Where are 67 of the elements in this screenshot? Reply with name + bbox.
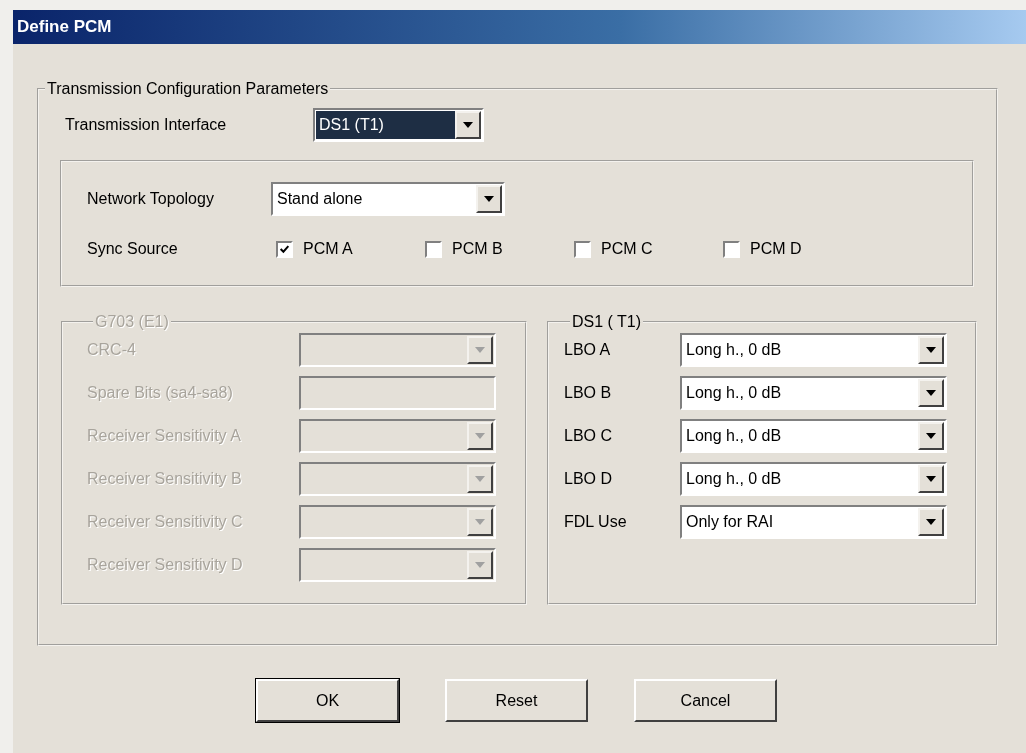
dropdown[interactable]: Long h., 0 dB bbox=[680, 462, 947, 496]
caret-icon bbox=[475, 347, 485, 353]
window-title: Define PCM bbox=[17, 17, 112, 37]
dropdown-button[interactable] bbox=[467, 336, 493, 364]
checkbox[interactable] bbox=[723, 240, 740, 258]
caret-icon bbox=[926, 519, 936, 525]
caret-icon bbox=[475, 562, 485, 568]
dropdown-button[interactable] bbox=[467, 465, 493, 493]
caret-icon bbox=[475, 519, 485, 525]
dropdown[interactable]: Long h., 0 dB bbox=[680, 419, 947, 453]
caret-icon bbox=[926, 476, 936, 482]
dropdown-button[interactable] bbox=[476, 185, 502, 213]
dropdown[interactable]: DS1 (T1) bbox=[313, 108, 484, 142]
dropdown[interactable]: Long h., 0 dB bbox=[680, 333, 947, 367]
dialog-button[interactable]: Cancel bbox=[634, 679, 777, 722]
input-field[interactable] bbox=[299, 376, 496, 410]
checkbox[interactable] bbox=[425, 240, 442, 258]
dropdown[interactable] bbox=[299, 419, 496, 453]
field-label: CRC-4 bbox=[87, 341, 137, 359]
checkbox-label[interactable]: PCM A bbox=[303, 240, 353, 258]
field-label: Receiver Sensitivity A bbox=[87, 427, 242, 445]
dropdown[interactable]: Stand alone bbox=[271, 182, 505, 216]
field-label: Receiver Sensitivity D bbox=[87, 556, 244, 574]
dropdown-button[interactable] bbox=[467, 551, 493, 579]
caret-icon bbox=[926, 390, 936, 396]
field-label: FDL Use bbox=[564, 513, 628, 531]
dropdown-button[interactable] bbox=[918, 379, 944, 407]
field-label: LBO D bbox=[564, 470, 613, 488]
caret-icon bbox=[475, 476, 485, 482]
dropdown[interactable] bbox=[299, 333, 496, 367]
caret-icon bbox=[463, 122, 473, 128]
field-label: Transmission Interface bbox=[65, 116, 228, 134]
caret-icon bbox=[926, 433, 936, 439]
dropdown[interactable]: Only for RAI bbox=[680, 505, 947, 539]
dropdown[interactable] bbox=[299, 462, 496, 496]
dropdown-button[interactable] bbox=[455, 111, 481, 139]
dropdown-button[interactable] bbox=[467, 422, 493, 450]
check-icon bbox=[279, 243, 290, 255]
dropdown[interactable]: Long h., 0 dB bbox=[680, 376, 947, 410]
checkbox[interactable] bbox=[574, 240, 591, 258]
field-label: Sync Source bbox=[87, 240, 179, 258]
checkbox-label[interactable]: PCM D bbox=[750, 240, 802, 258]
dialog-button[interactable]: OK bbox=[256, 679, 399, 722]
field-label: Receiver Sensitivity B bbox=[87, 470, 243, 488]
field-label: LBO C bbox=[564, 427, 613, 445]
dropdown-button[interactable] bbox=[918, 508, 944, 536]
field-label: LBO B bbox=[564, 384, 613, 402]
caret-icon bbox=[484, 196, 494, 202]
dropdown-button[interactable] bbox=[918, 422, 944, 450]
dropdown-button[interactable] bbox=[918, 336, 944, 364]
group-title: G703 (E1) bbox=[94, 313, 170, 331]
field-label: Spare Bits (sa4-sa8) bbox=[87, 384, 234, 402]
dialog-button[interactable]: Reset bbox=[445, 679, 588, 722]
checkbox-label[interactable]: PCM B bbox=[452, 240, 503, 258]
checkbox[interactable] bbox=[276, 240, 293, 258]
field-label: Receiver Sensitivity C bbox=[87, 513, 244, 531]
dropdown-button[interactable] bbox=[467, 508, 493, 536]
field-label: LBO A bbox=[564, 341, 612, 359]
checkbox-label[interactable]: PCM C bbox=[601, 240, 653, 258]
group-title: Transmission Configuration Parameters bbox=[46, 80, 330, 98]
group-title: DS1 ( T1) bbox=[571, 313, 643, 331]
dropdown[interactable] bbox=[299, 548, 496, 582]
dropdown-button[interactable] bbox=[918, 465, 944, 493]
dropdown[interactable] bbox=[299, 505, 496, 539]
caret-icon bbox=[926, 347, 936, 353]
caret-icon bbox=[475, 433, 485, 439]
field-label: Network Topology bbox=[87, 190, 215, 208]
